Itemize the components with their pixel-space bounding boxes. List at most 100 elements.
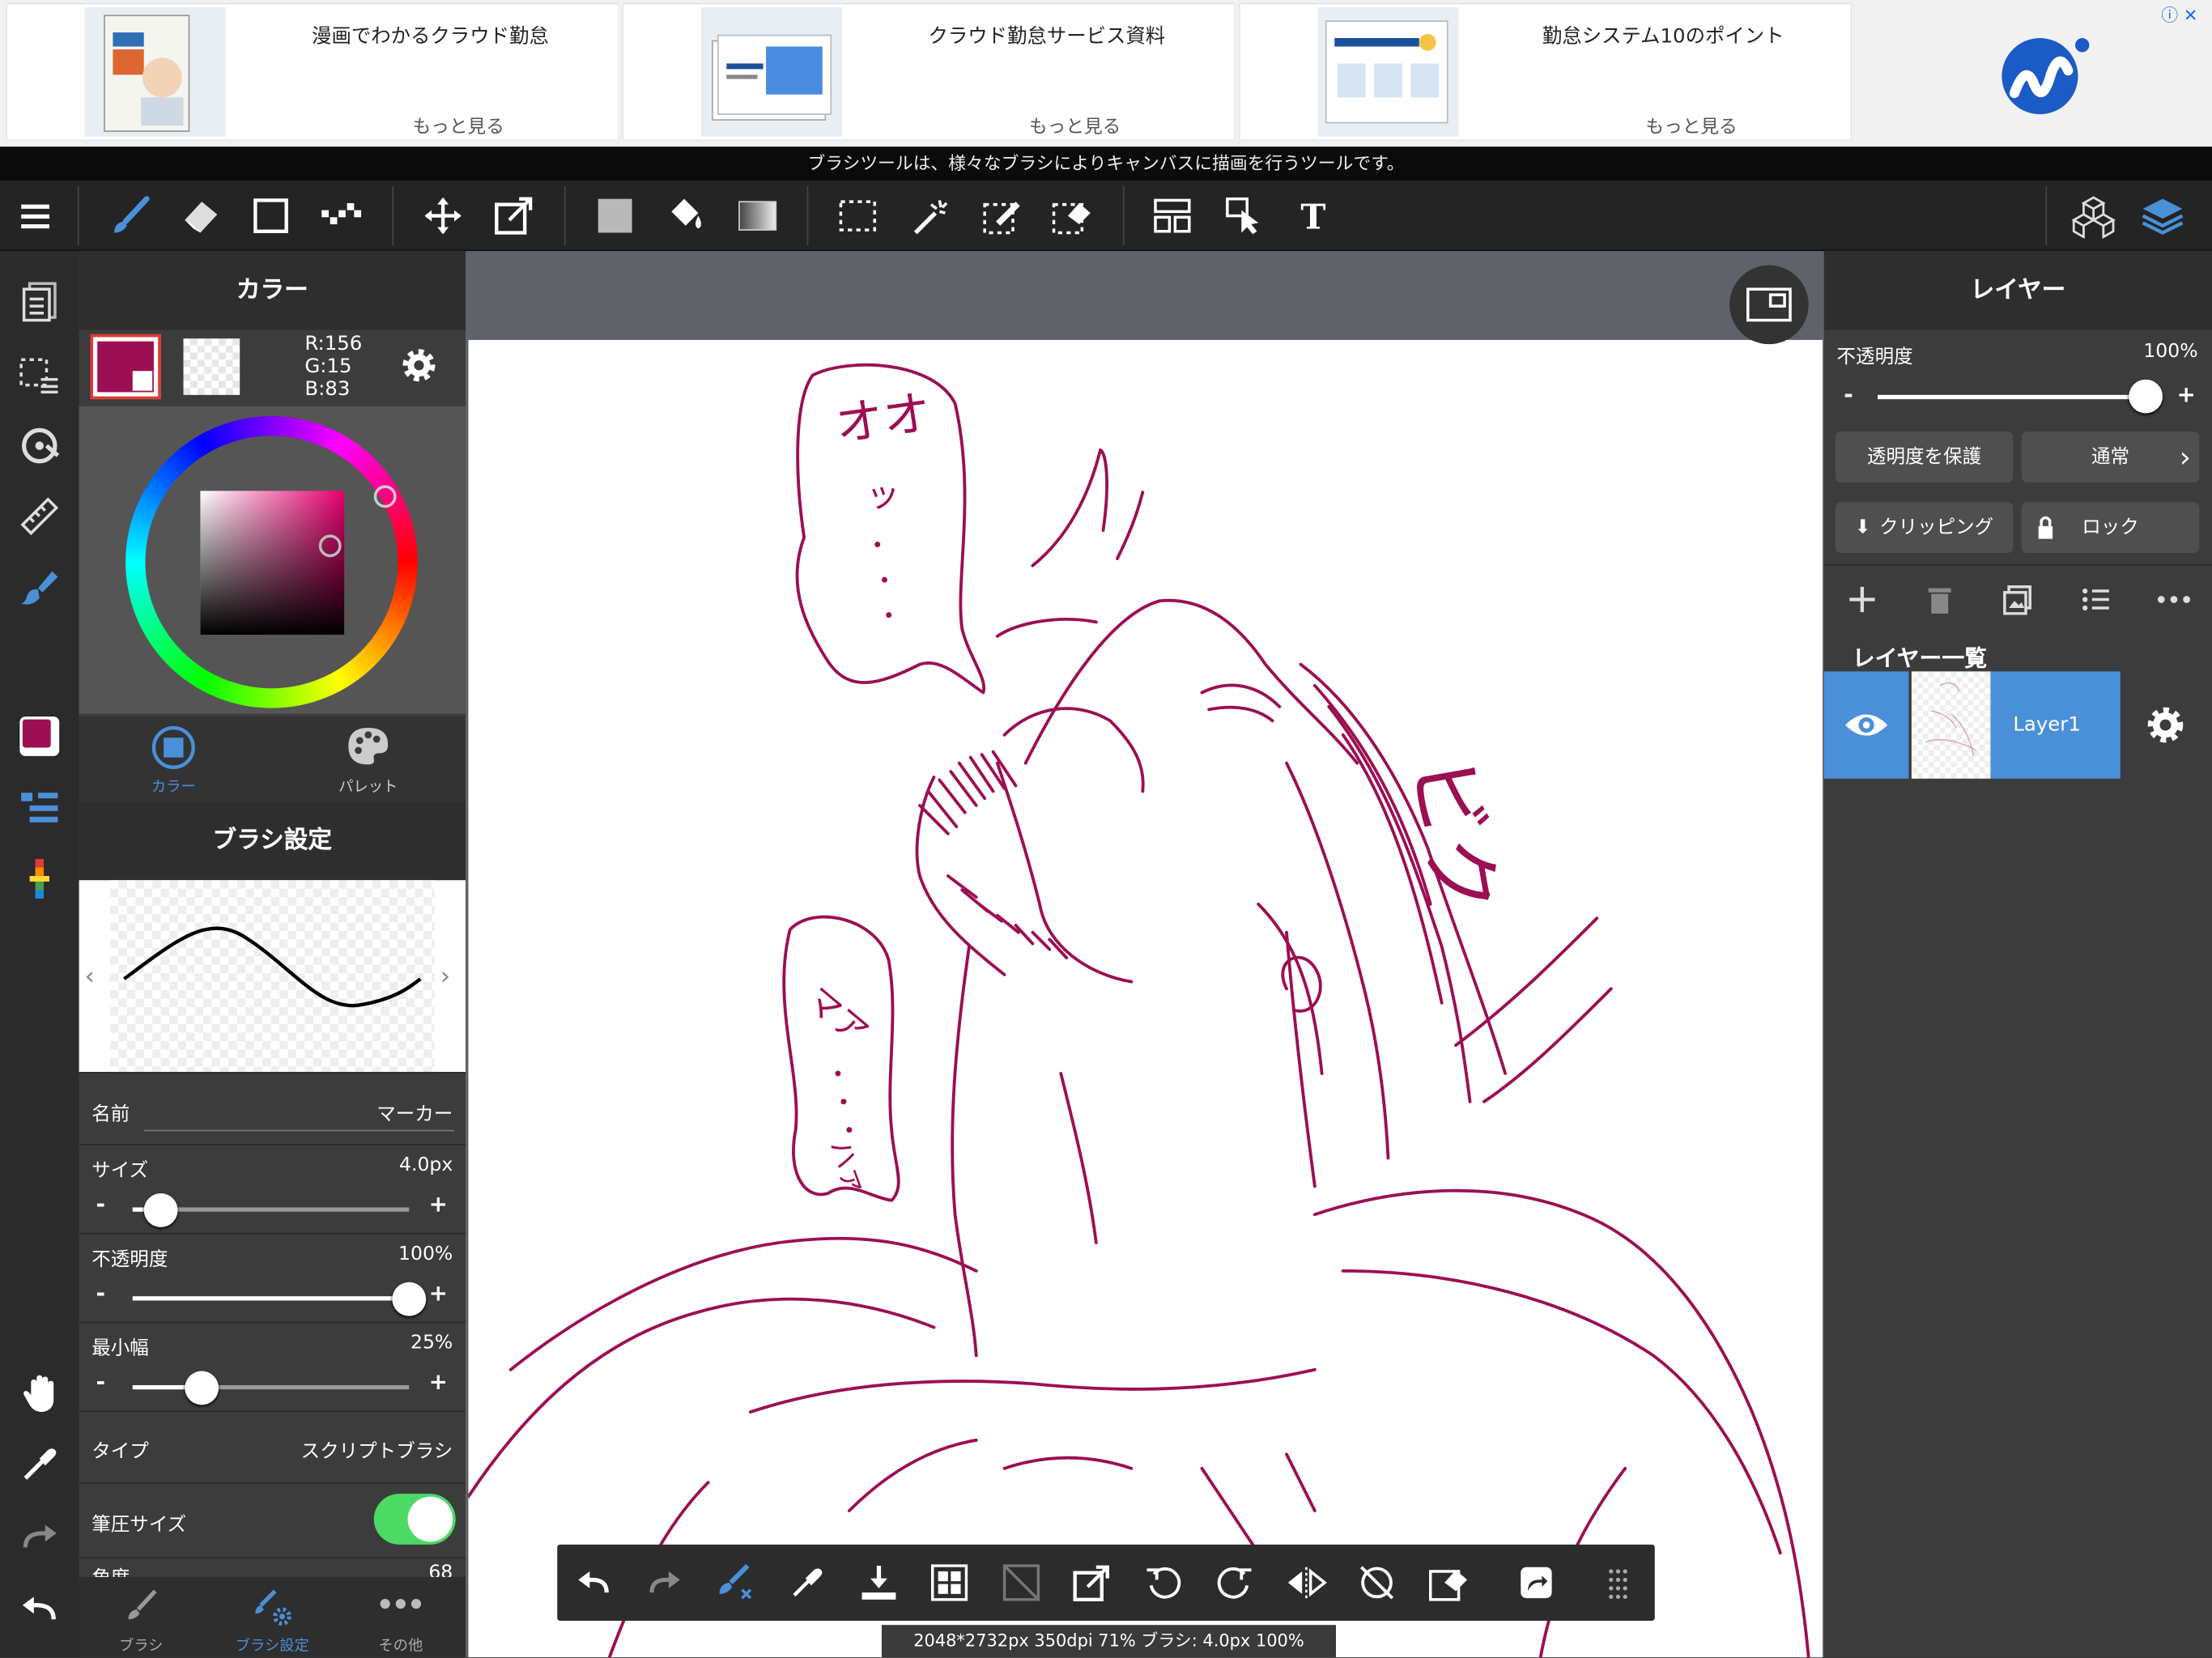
color-picker-handle[interactable] bbox=[318, 534, 342, 558]
undo-icon[interactable] bbox=[14, 1583, 65, 1634]
brush-settings-tab-icon[interactable] bbox=[253, 1588, 295, 1628]
other-tab-label[interactable]: その他 bbox=[344, 1635, 457, 1656]
ad-close-button[interactable]: ⓘ ✕ bbox=[2161, 2, 2209, 25]
transform-icon[interactable] bbox=[1070, 1560, 1115, 1605]
opacity-slider-track[interactable] bbox=[132, 1296, 410, 1301]
type-row[interactable]: タイプ スクリプトブラシ bbox=[79, 1410, 466, 1482]
secondary-color-swatch[interactable] bbox=[183, 338, 240, 395]
snap-icon[interactable] bbox=[14, 420, 65, 471]
color-settings-gear-icon[interactable] bbox=[398, 344, 440, 386]
layer-visibility-toggle[interactable] bbox=[1823, 671, 1909, 779]
clear-layer-icon[interactable] bbox=[999, 1560, 1044, 1605]
redo-icon[interactable] bbox=[14, 1511, 65, 1562]
menu-icon[interactable] bbox=[14, 193, 59, 239]
reset-rotation-icon[interactable] bbox=[1355, 1560, 1400, 1605]
drawing-canvas[interactable]: オオ ッ マア ハァ ビク bbox=[468, 339, 1823, 1658]
blend-mode-button[interactable]: 通常 › bbox=[2021, 432, 2200, 483]
page-icon[interactable] bbox=[14, 277, 65, 328]
canvas-area[interactable]: オオ ッ マア ハァ ビク bbox=[465, 251, 1824, 1658]
layer-opacity-track[interactable] bbox=[1878, 394, 2146, 400]
delete-layer-icon[interactable] bbox=[1925, 584, 1954, 614]
layer-menu-list-icon[interactable] bbox=[2081, 584, 2112, 614]
size-plus-button[interactable]: + bbox=[429, 1191, 448, 1218]
opacity-plus-button[interactable]: + bbox=[429, 1279, 448, 1306]
ad-logo-icon[interactable] bbox=[2001, 31, 2094, 116]
eyedropper-icon[interactable] bbox=[785, 1560, 830, 1605]
protect-alpha-button[interactable]: 透明度を保護 bbox=[1835, 432, 2014, 483]
layer-opacity-minus-button[interactable]: - bbox=[1844, 380, 1853, 407]
eraser-icon[interactable] bbox=[178, 193, 223, 239]
rotate-right-icon[interactable] bbox=[1212, 1560, 1257, 1605]
hand-icon[interactable] bbox=[14, 1368, 65, 1419]
color-palette-strip-icon[interactable] bbox=[14, 853, 65, 904]
rotate-left-icon[interactable] bbox=[1142, 1560, 1187, 1605]
lock-button[interactable]: ロック bbox=[2021, 502, 2200, 553]
save-download-icon[interactable] bbox=[857, 1560, 902, 1605]
clear-selection-icon[interactable] bbox=[1427, 1560, 1472, 1605]
min-width-slider-track[interactable] bbox=[132, 1384, 410, 1390]
duplicate-layer-icon[interactable] bbox=[2001, 584, 2032, 615]
ruler-icon[interactable] bbox=[14, 491, 65, 542]
color-tab[interactable] bbox=[151, 725, 196, 771]
redo-icon[interactable] bbox=[642, 1560, 687, 1605]
layer-row[interactable]: Layer1 bbox=[1823, 671, 2212, 779]
shape-icon[interactable] bbox=[249, 193, 294, 239]
ad-more-1[interactable]: もっと見る bbox=[289, 112, 627, 138]
type-value[interactable]: スクリプトブラシ bbox=[301, 1435, 453, 1463]
more-dots-icon[interactable] bbox=[378, 1594, 423, 1613]
layer-opacity-knob[interactable] bbox=[2129, 379, 2163, 414]
opacity-slider-knob[interactable] bbox=[392, 1282, 427, 1316]
hue-handle[interactable] bbox=[373, 485, 397, 508]
share-icon[interactable] bbox=[1514, 1560, 1559, 1605]
clipping-button[interactable]: ⬇ クリッピング bbox=[1835, 502, 2014, 553]
grid-icon[interactable] bbox=[927, 1560, 972, 1605]
layer-more-icon[interactable] bbox=[2157, 584, 2191, 614]
brush-icon[interactable] bbox=[107, 193, 152, 239]
gradient-icon[interactable] bbox=[735, 193, 781, 239]
saturation-value-square[interactable] bbox=[200, 491, 345, 636]
move-icon[interactable] bbox=[420, 193, 466, 239]
select-pen-icon[interactable] bbox=[979, 193, 1024, 239]
color-swatch-icon[interactable] bbox=[14, 711, 65, 762]
operation-icon[interactable] bbox=[1222, 193, 1267, 239]
ad-more-3[interactable]: もっと見る bbox=[1522, 112, 1861, 138]
prev-brush-chevron-icon[interactable]: ‹ bbox=[85, 962, 96, 992]
text-icon[interactable]: T bbox=[1292, 193, 1338, 239]
brush-name-row[interactable]: 名前 マーカー bbox=[79, 1072, 466, 1143]
min-width-slider-knob[interactable] bbox=[185, 1371, 219, 1405]
dot-icon[interactable] bbox=[319, 193, 364, 239]
opacity-minus-button[interactable]: - bbox=[96, 1279, 105, 1306]
brush-tab-label[interactable]: ブラシ bbox=[85, 1635, 198, 1656]
transform-icon[interactable] bbox=[491, 193, 536, 239]
layer-opacity-plus-button[interactable]: + bbox=[2176, 380, 2195, 407]
next-brush-chevron-icon[interactable]: › bbox=[440, 962, 451, 992]
magic-wand-icon[interactable] bbox=[907, 193, 952, 239]
3d-icon[interactable] bbox=[2071, 193, 2116, 239]
brush-name-value[interactable]: マーカー bbox=[376, 1098, 453, 1126]
min-width-plus-button[interactable]: + bbox=[429, 1368, 448, 1395]
select-eraser-icon[interactable] bbox=[1049, 193, 1095, 239]
layer-list-icon[interactable] bbox=[14, 783, 65, 834]
layer-settings-gear-icon[interactable] bbox=[2143, 703, 2189, 748]
brush-settings-icon[interactable] bbox=[14, 561, 65, 612]
bucket-icon[interactable] bbox=[663, 193, 708, 239]
size-minus-button[interactable]: - bbox=[96, 1191, 105, 1218]
ad-card-1[interactable]: 漫画でわかるクラウド勤怠 もっと見る bbox=[6, 4, 619, 140]
undo-icon[interactable] bbox=[572, 1560, 617, 1605]
ad-card-3[interactable]: 勤怠システム10のポイント もっと見る bbox=[1240, 4, 1851, 140]
bar-grip-icon[interactable] bbox=[1596, 1560, 1641, 1605]
frame-icon[interactable] bbox=[1150, 193, 1195, 239]
primary-color-swatch[interactable] bbox=[90, 334, 161, 400]
layer-name[interactable]: Layer1 bbox=[1990, 671, 2121, 779]
brush-settings-tab-label[interactable]: ブラシ設定 bbox=[216, 1635, 329, 1656]
ad-card-2[interactable]: クラウド勤怠サービス資料 もっと見る bbox=[623, 4, 1235, 140]
selection-icon[interactable] bbox=[14, 350, 65, 401]
flip-horizontal-icon[interactable] bbox=[1284, 1560, 1329, 1605]
add-layer-icon[interactable] bbox=[1847, 584, 1878, 614]
pressure-size-toggle[interactable] bbox=[373, 1494, 456, 1545]
ad-more-2[interactable]: もっと見る bbox=[906, 112, 1244, 138]
navigator-toggle-button[interactable] bbox=[1729, 265, 1809, 345]
layers-icon[interactable] bbox=[2140, 193, 2185, 239]
select-rect-icon[interactable] bbox=[835, 193, 880, 239]
eyedropper-icon[interactable] bbox=[14, 1439, 65, 1490]
